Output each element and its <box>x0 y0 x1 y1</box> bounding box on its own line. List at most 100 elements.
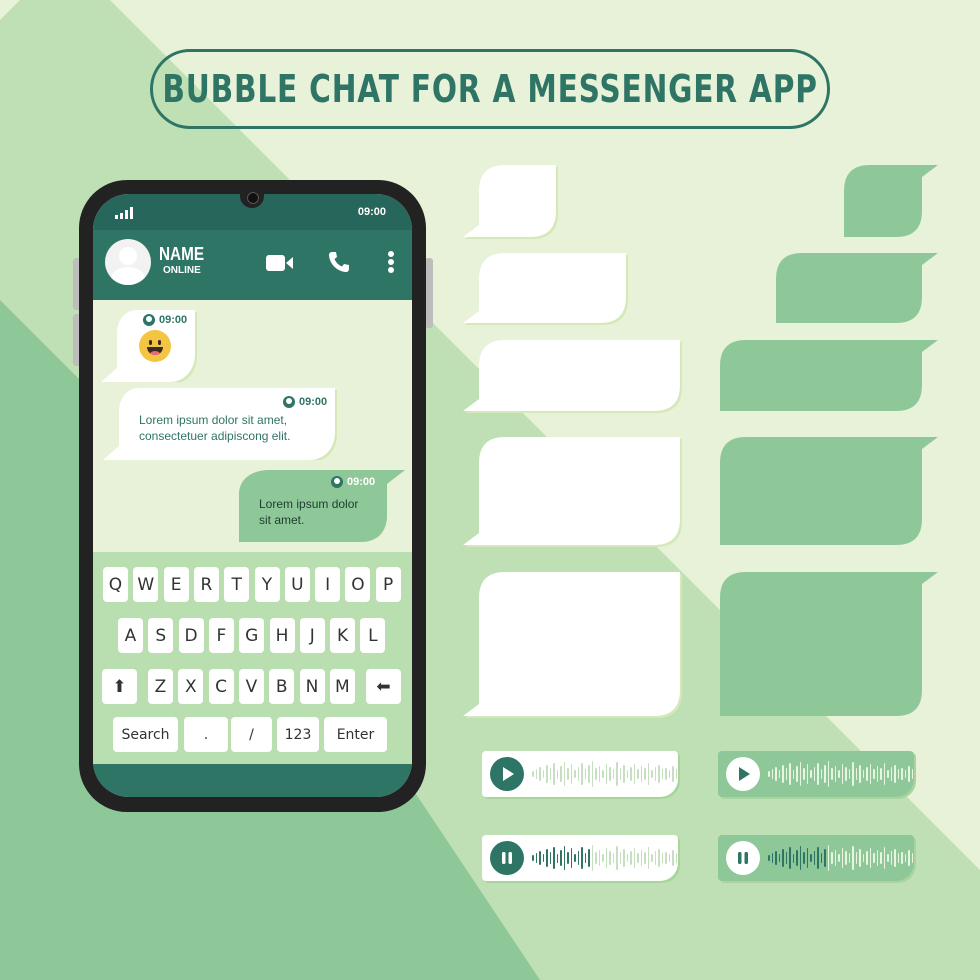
phone-icon[interactable] <box>327 250 351 274</box>
waveform-bar <box>539 767 541 781</box>
waveform-bar <box>817 847 819 869</box>
waveform-bar <box>897 853 899 863</box>
waveform[interactable] <box>768 761 913 787</box>
key-[interactable]: . <box>184 717 228 752</box>
key-e[interactable]: E <box>163 567 189 602</box>
video-camera-icon[interactable] <box>266 254 294 272</box>
key-[interactable]: / <box>231 717 272 752</box>
pause-icon <box>502 852 512 864</box>
pause-button[interactable] <box>726 841 760 875</box>
waveform-bar <box>810 770 812 778</box>
key-j[interactable]: J <box>299 618 325 653</box>
waveform-bar <box>803 768 805 780</box>
waveform-bar <box>901 768 903 780</box>
key-enter[interactable]: Enter <box>324 717 387 752</box>
message-list: 09:00 09:00 Lorem ipsum dolor sit amet, c… <box>93 300 412 552</box>
key-b[interactable]: B <box>269 669 295 704</box>
key-c[interactable]: C <box>208 669 234 704</box>
key-r[interactable]: R <box>193 567 219 602</box>
key-s[interactable]: S <box>148 618 174 653</box>
key-l[interactable]: L <box>360 618 386 653</box>
key-d[interactable]: D <box>178 618 204 653</box>
waveform-bar <box>598 766 600 782</box>
waveform-bar <box>792 769 794 779</box>
waveform-bar <box>609 767 611 781</box>
waveform-bar <box>626 854 628 862</box>
shift-key[interactable]: ⬆ <box>102 669 137 704</box>
waveform-bar <box>570 848 572 868</box>
key-p[interactable]: P <box>375 567 401 602</box>
waveform-bar <box>782 765 784 783</box>
waveform-bar <box>908 766 910 782</box>
key-w[interactable]: W <box>133 567 159 602</box>
contact-status: ONLINE <box>163 265 201 276</box>
key-y[interactable]: Y <box>254 567 280 602</box>
key-x[interactable]: X <box>178 669 204 704</box>
key-q[interactable]: Q <box>103 567 128 602</box>
waveform-bar <box>775 767 777 781</box>
waveform-bar <box>866 767 868 781</box>
key-u[interactable]: U <box>284 567 310 602</box>
contact-name[interactable]: NAME <box>159 244 204 265</box>
key-i[interactable]: I <box>315 567 341 602</box>
key-f[interactable]: F <box>208 618 234 653</box>
waveform-bar <box>535 853 537 863</box>
key-n[interactable]: N <box>299 669 325 704</box>
waveform-bar <box>584 769 586 779</box>
waveform-bar <box>644 852 646 864</box>
signal-bars-icon <box>115 207 133 219</box>
key-a[interactable]: A <box>118 618 143 653</box>
waveform[interactable] <box>532 761 677 787</box>
waveform-bar <box>841 764 843 784</box>
waveform-bar <box>577 767 579 781</box>
waveform-bar <box>647 847 649 869</box>
waveform-bar <box>654 851 656 865</box>
waveform-bar <box>859 765 861 783</box>
more-vertical-icon[interactable] <box>387 250 395 274</box>
user-icon <box>283 396 295 408</box>
waveform-bar <box>869 848 871 868</box>
waveform-bar <box>665 852 667 864</box>
search-key[interactable]: V <box>238 669 264 704</box>
key-t[interactable]: T <box>224 567 250 602</box>
waveform-bar <box>845 851 847 865</box>
backspace-key[interactable]: ⬅ <box>366 669 401 704</box>
key-search[interactable]: Search <box>113 717 178 752</box>
waveform-bar <box>626 770 628 778</box>
waveform-bar <box>890 767 892 781</box>
key-g[interactable]: G <box>239 618 265 653</box>
pause-button[interactable] <box>490 841 524 875</box>
key-z[interactable]: Z <box>148 669 173 704</box>
waveform-bar <box>831 852 833 864</box>
key-h[interactable]: H <box>269 618 295 653</box>
waveform[interactable] <box>532 845 677 871</box>
waveform-bar <box>598 850 600 866</box>
play-button[interactable] <box>490 757 524 791</box>
waveform-bar <box>827 845 829 871</box>
play-button[interactable] <box>726 757 760 791</box>
waveform-bar <box>560 850 562 866</box>
key-123[interactable]: 123 <box>277 717 319 752</box>
waveform-bar <box>859 849 861 867</box>
waveform-bar <box>640 766 642 782</box>
waveform-bar <box>612 769 614 779</box>
key-k[interactable]: K <box>330 618 356 653</box>
waveform-bar <box>619 768 621 780</box>
waveform[interactable] <box>768 845 913 871</box>
waveform-bar <box>577 851 579 865</box>
waveform-bar <box>904 770 906 778</box>
waveform-bar <box>553 847 555 869</box>
avatar[interactable] <box>105 239 151 285</box>
message-timestamp: 09:00 <box>143 314 187 326</box>
waveform-bar <box>563 762 565 786</box>
waveform-bar <box>623 765 625 783</box>
waveform-bar <box>672 766 674 782</box>
key-o[interactable]: O <box>345 567 371 602</box>
waveform-bar <box>609 851 611 865</box>
voice-message <box>482 835 678 881</box>
waveform-bar <box>542 770 544 778</box>
waveform-bar <box>848 769 850 779</box>
waveform-bar <box>841 848 843 868</box>
key-m[interactable]: M <box>329 669 355 704</box>
waveform-bar <box>897 769 899 779</box>
